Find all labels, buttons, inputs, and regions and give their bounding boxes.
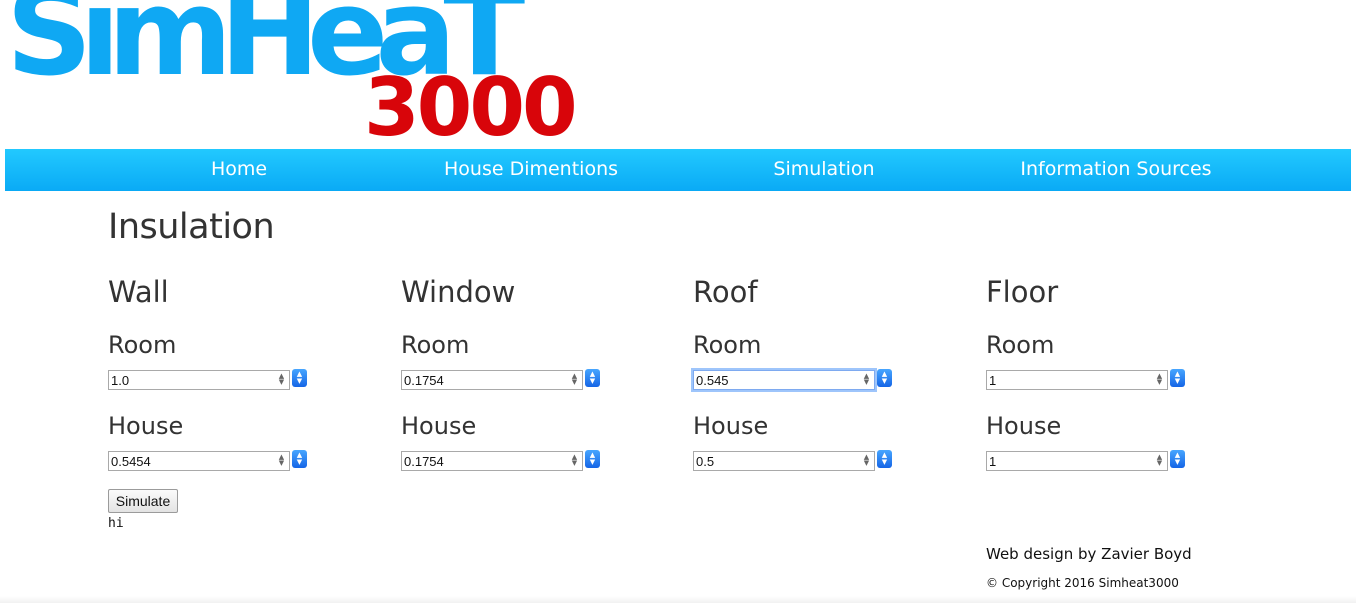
logo-number-text: 3000 (364, 61, 578, 154)
footer-credit: Web design by Zavier Boyd (986, 545, 1192, 563)
nav-home[interactable]: Home (211, 149, 267, 191)
spin-arrows-icon[interactable]: ▲ ▼ (570, 373, 579, 386)
select-chevron-icon[interactable]: ▲ ▼ (292, 369, 307, 387)
simulate-button[interactable]: Simulate (108, 489, 178, 513)
house-label: House (401, 412, 477, 440)
select-chevron-icon[interactable]: ▲ ▼ (292, 450, 307, 468)
select-chevron-icon[interactable]: ▲ ▼ (1170, 369, 1185, 387)
window-room-input[interactable] (402, 371, 564, 389)
nav-simulation[interactable]: Simulation (773, 149, 874, 191)
room-label: Room (986, 331, 1055, 359)
roof-room-input-box: ▲▼ (693, 370, 875, 390)
column-heading: Floor (986, 275, 1059, 309)
footer-copyright: © Copyright 2016 Simheat3000 (986, 576, 1179, 590)
spin-arrows-icon[interactable]: ▲ ▼ (277, 454, 286, 467)
floor-room-input-box: ▲▼ (986, 370, 1168, 390)
room-label: Room (693, 331, 762, 359)
nav-information-sources[interactable]: Information Sources (1020, 149, 1211, 191)
spin-arrows-icon[interactable]: ▲ ▼ (570, 454, 579, 467)
floor-house-input-box: ▲▼ (986, 451, 1168, 471)
column-heading: Window (401, 275, 516, 309)
nav-house-dimensions[interactable]: House Dimentions (444, 149, 618, 191)
main-nav: Home House Dimentions Simulation Informa… (5, 149, 1351, 191)
roof-room-input[interactable] (694, 371, 856, 389)
page-bottom-edge (0, 596, 1356, 603)
floor-room-input[interactable] (987, 371, 1149, 389)
house-label: House (108, 412, 184, 440)
spin-arrows-icon[interactable]: ▲ ▼ (862, 373, 871, 386)
wall-room-input-box: ▲▼ (108, 370, 290, 390)
spin-arrows-icon[interactable]: ▲ ▼ (277, 373, 286, 386)
floor-house-input[interactable] (987, 452, 1149, 470)
select-chevron-icon[interactable]: ▲ ▼ (877, 450, 892, 468)
wall-room-input[interactable] (109, 371, 271, 389)
window-house-input[interactable] (402, 452, 564, 470)
simulation-result: hi (108, 516, 124, 531)
room-label: Room (108, 331, 177, 359)
room-label: Room (401, 331, 470, 359)
select-chevron-icon[interactable]: ▲ ▼ (585, 450, 600, 468)
wall-house-input[interactable] (109, 452, 271, 470)
house-label: House (693, 412, 769, 440)
select-chevron-icon[interactable]: ▲ ▼ (1170, 450, 1185, 468)
window-room-input-box: ▲▼ (401, 370, 583, 390)
house-label: House (986, 412, 1062, 440)
column-heading: Roof (693, 275, 758, 309)
site-logo: SimHeaT 3000 (0, 0, 600, 150)
select-chevron-icon[interactable]: ▲ ▼ (877, 369, 892, 387)
spin-arrows-icon[interactable]: ▲ ▼ (1155, 454, 1164, 467)
column-heading: Wall (108, 275, 169, 309)
page-title: Insulation (108, 207, 275, 247)
spin-arrows-icon[interactable]: ▲ ▼ (862, 454, 871, 467)
select-chevron-icon[interactable]: ▲ ▼ (585, 369, 600, 387)
roof-house-input[interactable] (694, 452, 856, 470)
window-house-input-box: ▲▼ (401, 451, 583, 471)
wall-house-input-box: ▲▼ (108, 451, 290, 471)
spin-arrows-icon[interactable]: ▲ ▼ (1155, 373, 1164, 386)
roof-house-input-box: ▲▼ (693, 451, 875, 471)
